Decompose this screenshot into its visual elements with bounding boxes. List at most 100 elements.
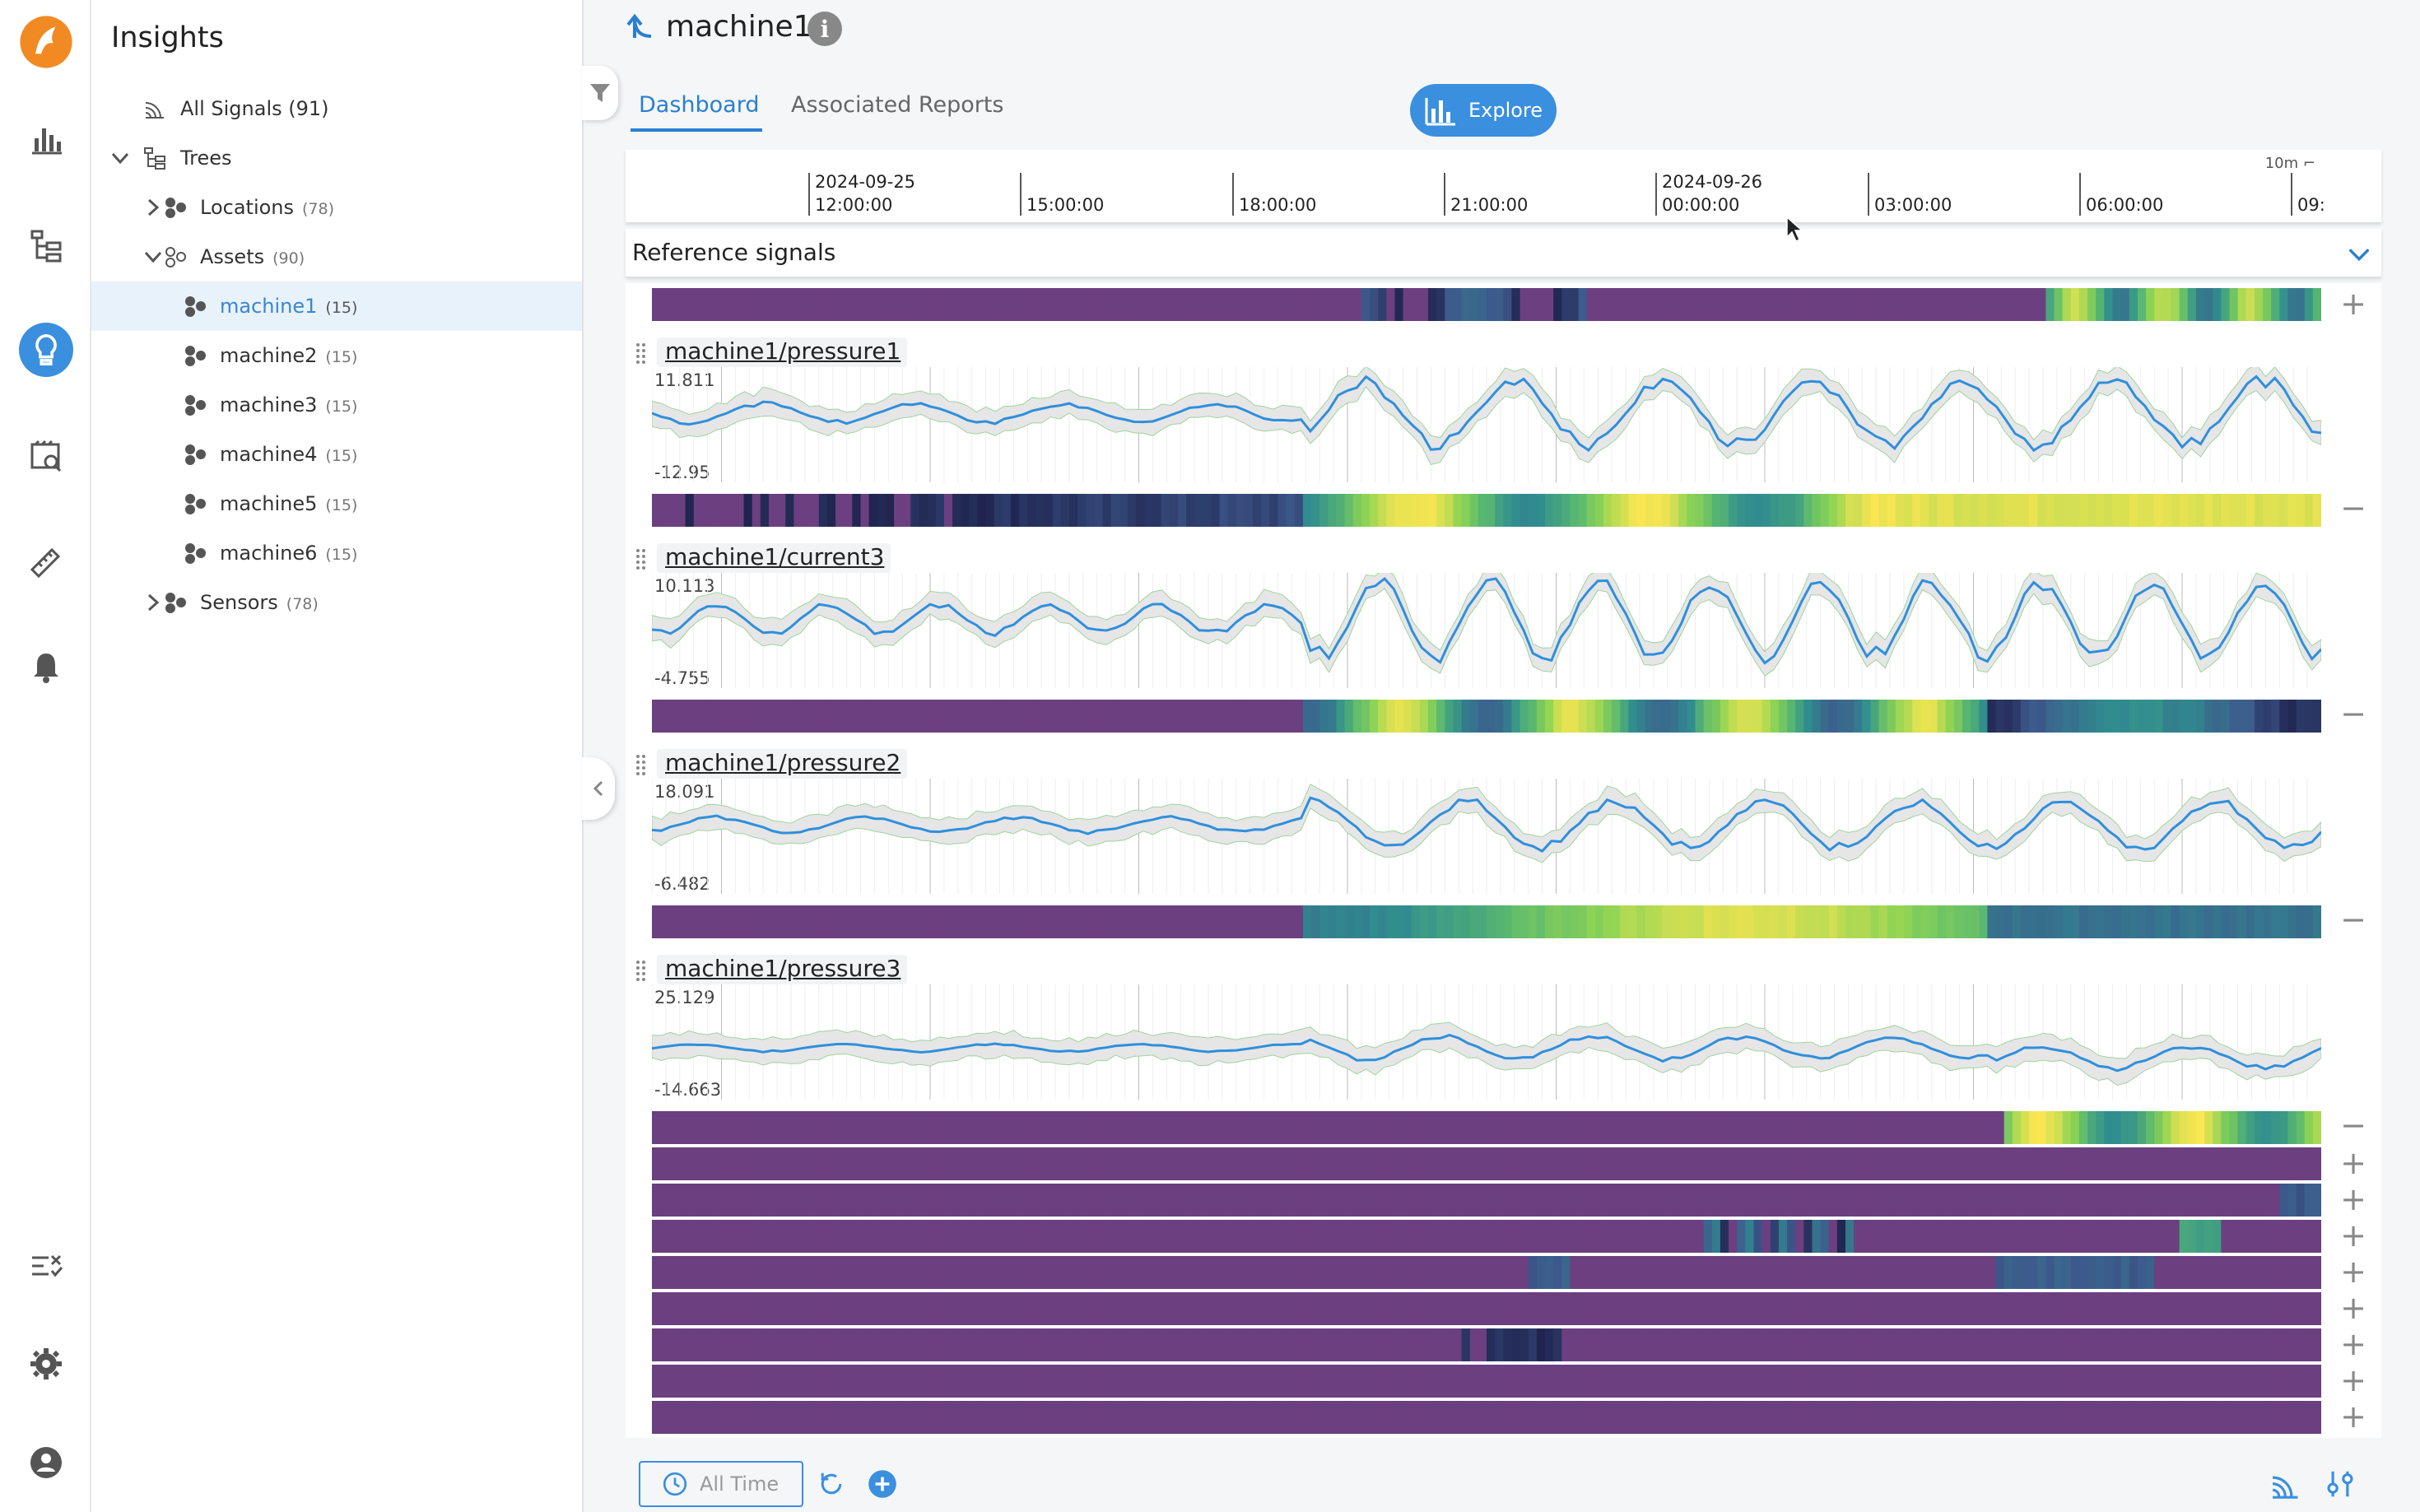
heat-cell [1678, 1365, 1688, 1398]
collapse-button[interactable]: − [2337, 492, 2370, 525]
heat-cell [1044, 1147, 1054, 1180]
task-list-icon[interactable] [0, 1230, 91, 1304]
drag-handle-icon[interactable] [634, 958, 650, 981]
expand-button[interactable]: + [2337, 1401, 2370, 1434]
sidebar-item-machine4[interactable]: machine4 (15) [91, 430, 582, 479]
sidebar-item-all-signals[interactable]: All Signals (91) [91, 84, 582, 133]
tab-dashboard[interactable]: Dashboard [639, 92, 759, 118]
chevron-down-icon[interactable] [108, 146, 133, 170]
heat-cell [1854, 288, 1864, 321]
heat-cell [1436, 1256, 1446, 1289]
expand-button[interactable]: + [2337, 1220, 2370, 1253]
chart-icon[interactable] [0, 102, 91, 176]
back-arrow-icon[interactable] [623, 8, 659, 44]
filter-toggle[interactable] [582, 66, 618, 120]
sidebar-item-machine5[interactable]: machine5 (15) [91, 479, 582, 528]
gear-icon[interactable] [0, 1327, 91, 1401]
signal-line-chart[interactable] [652, 984, 2321, 1100]
heat-cell [1203, 1184, 1212, 1217]
expand-button[interactable]: + [2337, 1365, 2370, 1398]
sidebar-item-assets[interactable]: Assets (90) [91, 232, 582, 281]
mouse-cursor-icon [1786, 216, 1803, 243]
sidebar-item-machine6[interactable]: machine6 (15) [91, 528, 582, 578]
heat-cell [2287, 1365, 2297, 1398]
chevron-right-icon[interactable] [141, 195, 165, 220]
time-range-button[interactable]: All Time [639, 1461, 803, 1507]
heat-cell [1979, 1401, 1989, 1434]
chevron-down-icon[interactable] [141, 244, 165, 269]
heat-cell [1253, 288, 1263, 321]
info-icon[interactable]: i [807, 12, 842, 46]
heat-cell [1720, 1256, 1730, 1289]
heat-cell [2279, 494, 2289, 527]
app-logo-icon[interactable] [0, 5, 91, 79]
heat-cell [1594, 905, 1604, 938]
signal-line-chart[interactable] [652, 573, 2321, 688]
drag-handle-icon[interactable] [634, 547, 650, 570]
explore-button[interactable]: Explore [1410, 84, 1557, 137]
heat-cell [1294, 1328, 1304, 1361]
sidebar-item-trees[interactable]: Trees [91, 133, 582, 183]
sidebar-item-machine3[interactable]: machine3 (15) [91, 380, 582, 430]
expand-button[interactable]: + [2337, 1292, 2370, 1325]
heat-cell [2204, 1220, 2214, 1253]
heat-cell [1745, 700, 1755, 733]
heat-cell [2020, 1184, 2031, 1217]
sidebar-item-machine2[interactable]: machine2 (15) [91, 331, 582, 380]
heat-cell [1503, 1184, 1513, 1217]
heat-cell [727, 494, 737, 527]
chevron-right-icon[interactable] [141, 590, 165, 615]
expand-button[interactable]: + [2337, 1184, 2370, 1217]
collapse-button[interactable]: − [2337, 904, 2370, 937]
add-circle-icon[interactable] [868, 1469, 897, 1499]
heat-cell [1487, 1365, 1496, 1398]
timeline-axis[interactable]: 10m ⌐ 2024-09-25 12:00:00 15:00:00 18:00:… [626, 150, 2381, 222]
settings-sliders-icon[interactable] [2325, 1468, 2356, 1500]
expand-button[interactable]: + [2337, 288, 2370, 321]
heat-cell [952, 1365, 962, 1398]
heat-cell [2020, 1256, 2031, 1289]
expand-button[interactable]: + [2337, 1147, 2370, 1180]
expand-button[interactable]: + [2337, 1328, 2370, 1361]
heat-cell [1678, 1220, 1688, 1253]
heat-cell [1945, 1147, 1955, 1180]
heat-cell [1544, 700, 1555, 733]
heat-cell [2213, 1365, 2222, 1398]
heat-cell [1487, 1256, 1496, 1289]
tree-view-icon[interactable] [0, 208, 91, 282]
signal-icon[interactable] [2269, 1469, 2300, 1500]
drag-handle-icon[interactable] [634, 341, 650, 364]
chevron-down-icon[interactable] [2345, 240, 2373, 268]
heat-cell [1336, 494, 1346, 527]
collapse-button[interactable]: − [2337, 698, 2370, 731]
sidebar-item-locations[interactable]: Locations (78) [91, 183, 582, 232]
tab-associated-reports[interactable]: Associated Reports [791, 92, 1004, 118]
refresh-icon[interactable] [817, 1469, 846, 1499]
expand-button[interactable]: + [2337, 1256, 2370, 1289]
heat-cell [1929, 700, 1938, 733]
bell-icon[interactable] [0, 630, 91, 705]
signal-line-chart[interactable] [652, 367, 2321, 482]
drag-handle-icon[interactable] [634, 752, 650, 775]
heat-cell [1995, 1365, 2005, 1398]
heat-cell [877, 700, 887, 733]
signal-title[interactable]: machine1/pressure1 [657, 337, 908, 367]
sidebar-item-machine1[interactable]: machine1 (15) [91, 281, 582, 331]
insights-lightbulb-icon[interactable] [0, 313, 91, 387]
heat-cell [2187, 1147, 2197, 1180]
signal-title[interactable]: machine1/current3 [657, 543, 891, 573]
sidebar-item-sensors[interactable]: Sensors (78) [91, 578, 582, 627]
signal-title[interactable]: machine1/pressure3 [657, 955, 908, 984]
report-search-icon[interactable] [0, 420, 91, 494]
reference-signals-header[interactable]: Reference signals [626, 229, 2381, 277]
heat-cell [1094, 1256, 1104, 1289]
signal-line-chart[interactable] [652, 779, 2321, 894]
collapse-button[interactable]: − [2337, 1110, 2370, 1142]
ruler-icon[interactable] [0, 525, 91, 599]
user-avatar-icon[interactable] [0, 1426, 91, 1500]
heat-cell [693, 1401, 703, 1434]
heat-cell [1302, 1220, 1313, 1253]
heat-cell [1761, 700, 1771, 733]
signal-title[interactable]: machine1/pressure2 [657, 749, 908, 779]
collapse-sidebar-toggle[interactable] [582, 757, 615, 820]
